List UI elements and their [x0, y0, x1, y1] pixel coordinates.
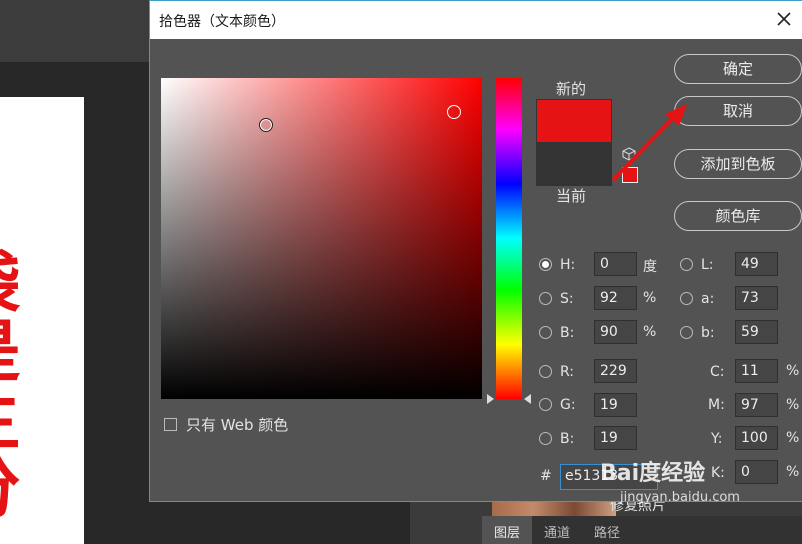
field-lab-b[interactable]: 59: [735, 320, 778, 344]
field-l[interactable]: 49: [735, 252, 778, 276]
close-icon[interactable]: [772, 7, 796, 31]
field-b[interactable]: 90: [594, 320, 637, 344]
label-lab-b: b:: [701, 325, 715, 341]
dialog-titlebar[interactable]: 拾色器（文本颜色）: [150, 1, 802, 39]
radio-b-blue[interactable]: [539, 432, 552, 445]
dialog-title: 拾色器（文本颜色）: [159, 14, 285, 30]
field-m[interactable]: 97: [735, 393, 778, 417]
current-color-swatch[interactable]: [536, 142, 612, 186]
ok-button[interactable]: 确定: [674, 54, 802, 84]
field-k[interactable]: 0: [735, 460, 778, 484]
field-h[interactable]: 0: [594, 252, 637, 276]
new-color-label: 新的: [556, 80, 587, 98]
label-h: H:: [560, 257, 576, 273]
document-canvas[interactable]: 袋是主分: [0, 97, 84, 544]
radio-g[interactable]: [539, 398, 552, 411]
app-toolbar: [0, 0, 160, 62]
radio-b[interactable]: [539, 326, 552, 339]
only-web-colors-label: 只有 Web 颜色: [186, 416, 289, 434]
label-g: G:: [560, 397, 576, 413]
unit-k: %: [786, 464, 800, 480]
radio-h[interactable]: [539, 258, 552, 271]
label-y: Y:: [711, 431, 723, 447]
radio-r[interactable]: [539, 365, 552, 378]
panel-tabs: 图层 通道 路径: [482, 516, 802, 544]
label-r: R:: [560, 364, 575, 380]
watermark-logo: Bai度经验: [600, 461, 706, 486]
label-b: B:: [560, 325, 575, 341]
unit-s: %: [643, 290, 657, 306]
tab-channels[interactable]: 通道: [532, 516, 582, 544]
radio-a[interactable]: [680, 292, 693, 305]
unit-b: %: [643, 324, 657, 340]
field-s[interactable]: 92: [594, 286, 637, 310]
unit-m: %: [786, 397, 800, 413]
saturation-brightness-field[interactable]: [161, 78, 482, 399]
tab-layers[interactable]: 图层: [482, 516, 533, 544]
field-b-blue[interactable]: 19: [594, 426, 637, 450]
field-c[interactable]: 11: [735, 359, 778, 383]
new-color-swatch: [536, 99, 612, 143]
label-l: L:: [701, 257, 714, 273]
color-libraries-button[interactable]: 颜色库: [674, 201, 802, 231]
hue-slider-left-handle[interactable]: [487, 394, 494, 404]
hue-slider[interactable]: [496, 78, 522, 399]
document-text: 袋是主分: [0, 247, 20, 519]
color-picker-dialog: 拾色器（文本颜色） 新的 当前 确定 取消 添加到色板 颜色库 H: 0 度 S…: [149, 0, 802, 502]
tab-paths[interactable]: 路径: [582, 516, 632, 544]
label-k: K:: [711, 465, 725, 481]
label-m: M:: [708, 397, 725, 413]
unit-h: 度: [643, 259, 657, 275]
watermark-url: jingyan.baidu.com: [620, 490, 740, 505]
label-s: S:: [560, 291, 574, 307]
label-b-blue: B:: [560, 431, 575, 447]
radio-s[interactable]: [539, 292, 552, 305]
radio-l[interactable]: [680, 258, 693, 271]
field-y[interactable]: 100: [735, 426, 778, 450]
only-web-colors-checkbox[interactable]: [164, 418, 177, 431]
hex-label: #: [540, 468, 552, 484]
color-marker[interactable]: [259, 118, 273, 132]
hue-slider-right-handle[interactable]: [524, 394, 531, 404]
label-c: C:: [710, 364, 725, 380]
radio-lab-b[interactable]: [680, 326, 693, 339]
layer-thumbnail[interactable]: [492, 500, 616, 516]
field-g[interactable]: 19: [594, 393, 637, 417]
field-r[interactable]: 229: [594, 359, 637, 383]
unit-c: %: [786, 363, 800, 379]
annotation-arrow-icon: [611, 104, 687, 182]
label-a: a:: [701, 291, 715, 307]
field-a[interactable]: 73: [735, 286, 778, 310]
color-marker-secondary[interactable]: [447, 105, 461, 119]
current-color-label: 当前: [556, 187, 587, 205]
unit-y: %: [786, 430, 800, 446]
